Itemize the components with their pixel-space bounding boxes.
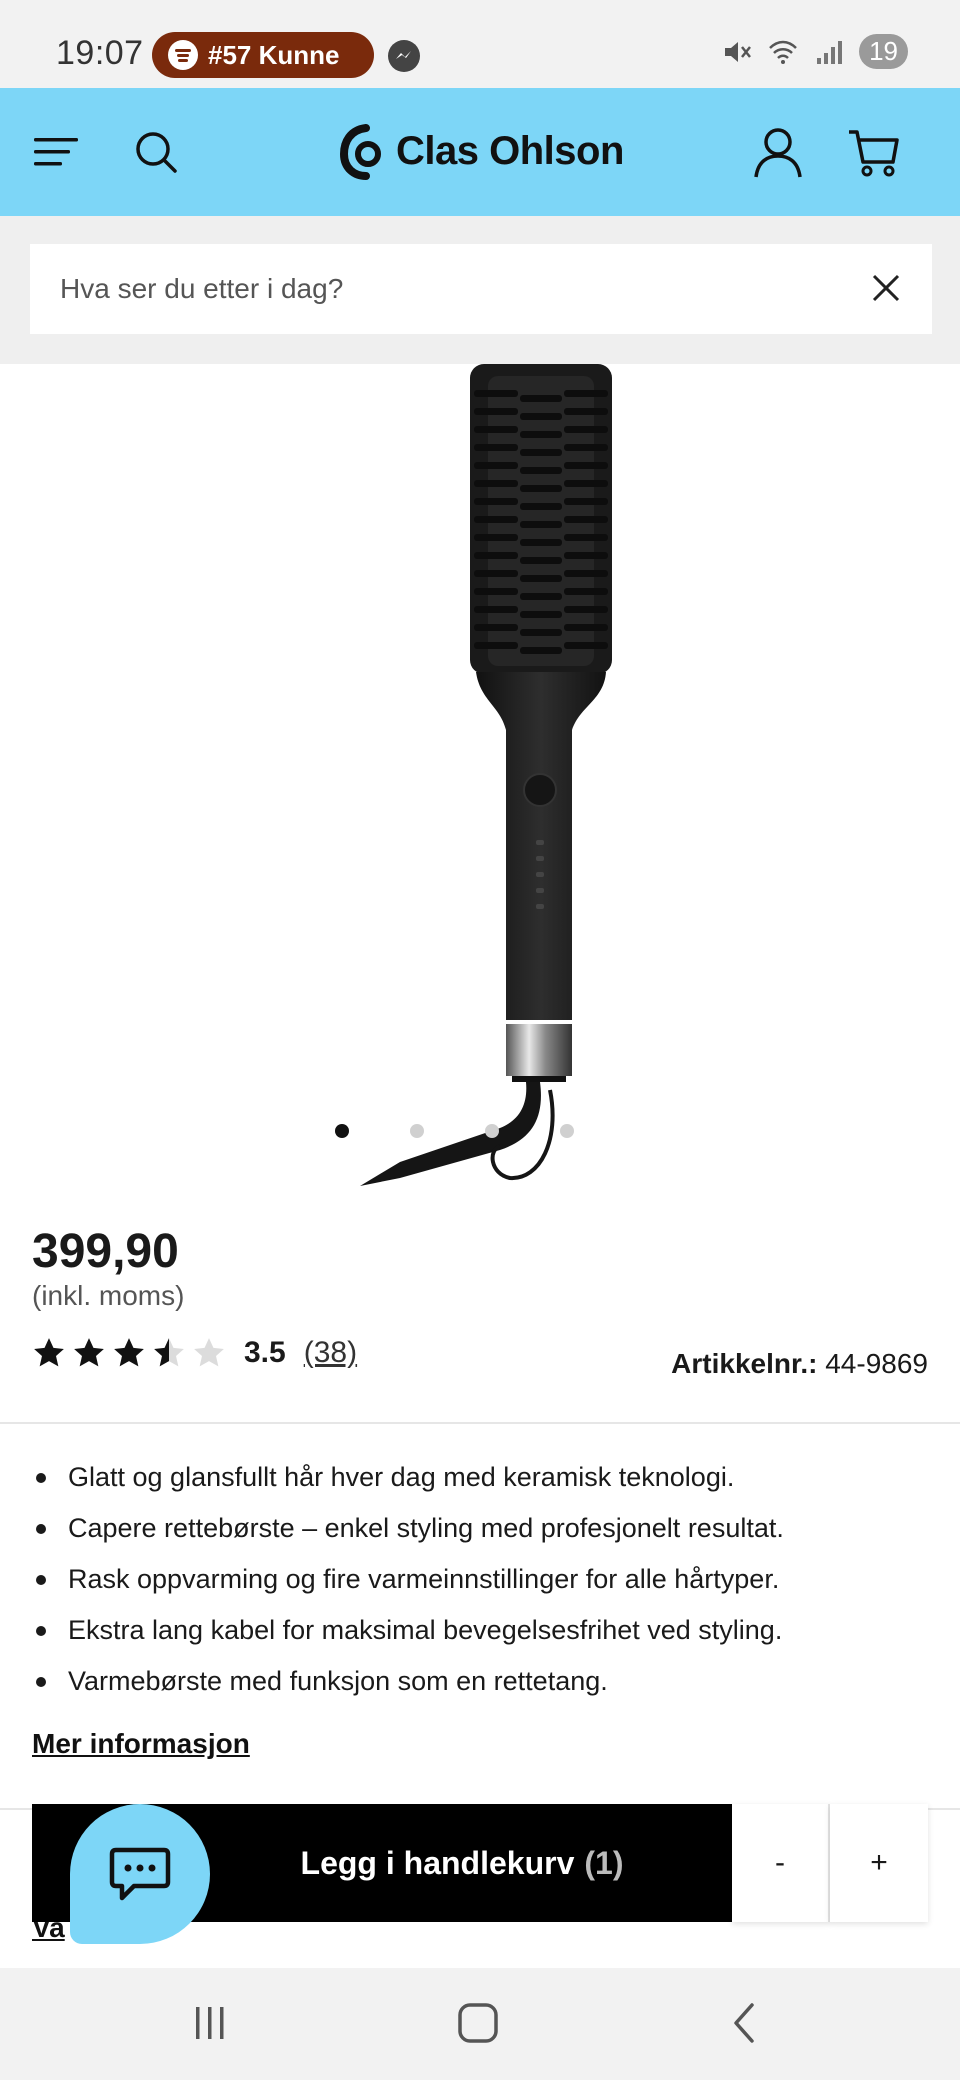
messenger-icon (388, 40, 420, 72)
review-count-link[interactable]: (38) (304, 1336, 357, 1370)
divider (0, 1422, 960, 1424)
article-number: Artikkelnr.: 44-9869 (671, 1348, 928, 1380)
star-icon (34, 1338, 64, 1367)
product-image[interactable] (0, 364, 960, 1194)
quantity-increase-button[interactable]: + (830, 1804, 928, 1922)
star-icon (114, 1338, 144, 1367)
feature-item: Capere rettebørste – enkel styling med p… (32, 1503, 932, 1554)
search-input[interactable] (60, 273, 860, 305)
notification-badge: 19 (859, 34, 908, 69)
account-icon (754, 128, 802, 178)
gallery-dot[interactable] (485, 1124, 499, 1138)
more-info-link[interactable]: Mer informasjon (32, 1728, 250, 1760)
system-nav-bar (0, 1968, 960, 2080)
home-button[interactable] (448, 1998, 508, 2048)
wifi-icon (769, 40, 797, 64)
quantity-decrease-button[interactable]: - (732, 1804, 830, 1922)
home-icon (458, 2003, 498, 2043)
gallery-dot[interactable] (560, 1124, 574, 1138)
star-icon (154, 1338, 184, 1367)
cart-icon (849, 130, 899, 177)
add-to-cart-label: Legg i handlekurv (300, 1844, 575, 1881)
signal-icon (817, 40, 843, 64)
cart-button[interactable] (840, 118, 908, 186)
back-icon (734, 2003, 754, 2043)
gallery-dot[interactable] (410, 1124, 424, 1138)
account-button[interactable] (744, 118, 812, 186)
close-icon[interactable] (866, 268, 906, 308)
mute-icon (725, 41, 752, 62)
recent-apps-icon (196, 2007, 224, 2039)
menu-icon (34, 138, 78, 166)
status-time: 19:07 (56, 34, 144, 72)
feature-item: Ekstra lang kabel for maksimal bevegelse… (32, 1605, 932, 1656)
feature-item: Glatt og glansfullt hår hver dag med ker… (32, 1452, 932, 1503)
clas-ohlson-logo-icon (340, 124, 381, 180)
chat-button[interactable] (70, 1804, 210, 1944)
rating-stars (32, 1336, 226, 1370)
brand-logo[interactable]: Clas Ohlson (340, 122, 624, 180)
search-icon (136, 132, 177, 173)
brand-name: Clas Ohlson (396, 128, 624, 173)
chat-icon (109, 1847, 171, 1901)
site-header: Clas Ohlson (0, 88, 960, 216)
vat-note: (inkl. moms) (32, 1280, 185, 1311)
status-bar: 19:07 #57 Kunne 19 (0, 0, 960, 88)
feature-item: Varmebørste med funksjon som en rettetan… (32, 1656, 932, 1707)
feature-item: Rask oppvarming og fire varmeinnstilling… (32, 1554, 932, 1605)
recent-apps-button[interactable] (180, 1998, 240, 2048)
product-rating: 3.5 (38) (32, 1336, 357, 1370)
article-number-label: Artikkelnr.: (671, 1348, 818, 1379)
cart-quantity-count: (1) (584, 1844, 624, 1881)
search-bar-container (0, 216, 960, 364)
feature-list: Glatt og glansfullt hår hver dag med ker… (32, 1452, 932, 1707)
search-box (30, 244, 932, 334)
article-number-value: 44-9869 (825, 1348, 928, 1379)
now-playing-text: #57 Kunne (208, 39, 340, 70)
gallery-dot[interactable] (335, 1124, 349, 1138)
search-button[interactable] (122, 118, 190, 186)
spotify-icon (168, 40, 198, 70)
now-playing-pill[interactable]: #57 Kunne (152, 32, 374, 78)
star-icon (194, 1338, 224, 1367)
menu-button[interactable] (22, 118, 90, 186)
rating-value: 3.5 (244, 1336, 286, 1369)
star-icon (74, 1338, 104, 1367)
back-button[interactable] (716, 1998, 776, 2048)
product-price: 399,90 (32, 1225, 179, 1278)
